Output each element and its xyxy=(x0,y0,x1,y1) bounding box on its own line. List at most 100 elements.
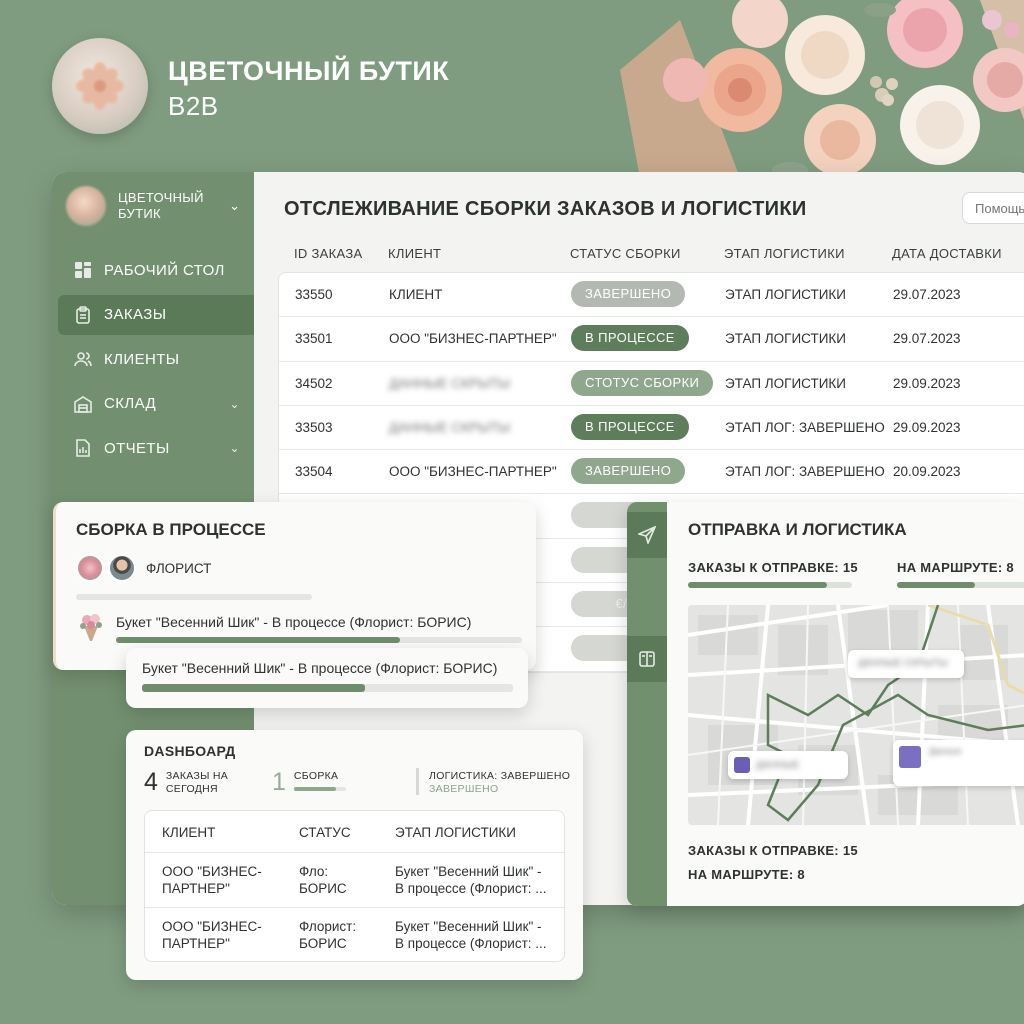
sidebar-brand-name: ЦВЕТОЧНЫЙ БУТИК xyxy=(118,190,204,221)
table-row[interactable]: ООО "БИЗНЕС- ПАРТНЕР" Фло: БОРИС Букет "… xyxy=(145,853,564,908)
dashboard-title: DASHБОАРД xyxy=(144,743,236,759)
logistics-stage: ЭТАП ЛОГИСТИКИ xyxy=(725,331,846,347)
sidebar-item-reports[interactable]: ОТЧЕТЫ ⌄ xyxy=(58,428,254,468)
hero-subtitle: B2B xyxy=(168,91,219,121)
delivery-date: 29.09.2023 xyxy=(893,419,961,435)
logistics-stage: ЭТАП ЛОГ: ЗАВЕРШЕНО xyxy=(725,419,885,435)
table-row[interactable]: 33503 ДАННЫЕ СКРЫТЫ В ПРОЦЕССЕ ЭТАП ЛОГ:… xyxy=(279,406,1024,451)
en-route-label: НА МАРШРУТЕ: 8 xyxy=(897,560,1014,575)
chevron-down-icon[interactable]: ⌄ xyxy=(230,441,240,455)
sidebar-item-dashboard[interactable]: РАБОЧИЙ СТОЛ xyxy=(58,250,254,290)
sidebar-item-label: ЗАКАЗЫ xyxy=(104,306,167,323)
florist-avatars: ФЛОРИСТ xyxy=(76,554,211,582)
column-header[interactable]: ДАТА ДОСТАВКИ xyxy=(892,246,1002,261)
client-name: ООО "БИЗНЕС- ПАРТНЕР" xyxy=(162,919,262,951)
sidebar-item-clients[interactable]: КЛИЕНТЫ xyxy=(58,339,254,379)
client-name: КЛИЕНТ xyxy=(389,287,443,302)
to-ship-progress-fill xyxy=(688,582,828,588)
route-map[interactable]: ДАННЫЕ СКРЫТЫ ДАННЫЕ Данные xyxy=(688,605,1024,825)
map-marker-label[interactable]: ДАННЫЕ СКРЫТЫ xyxy=(848,650,964,678)
to-ship-summary: ЗАКАЗЫ К ОТПРАВКЕ: 15 xyxy=(688,843,858,858)
stat-label: ЛОГИСТИКА: ЗАВЕРШЕНО xyxy=(429,770,571,782)
map-marker-text: ДАННЫЕ xyxy=(756,759,800,771)
sidebar-item-label: ОТЧЕТЫ xyxy=(104,439,170,457)
to-ship-progress-bar xyxy=(688,582,852,588)
logistics-stage: ЭТАП ЛОГИСТИКИ xyxy=(725,287,846,302)
avatar[interactable] xyxy=(76,554,104,582)
client-name: ООО "БИЗНЕС-ПАРТНЕР" xyxy=(389,331,557,347)
task-label: Букет "Весенний Шик" - В процессе (Флори… xyxy=(142,660,498,676)
map-book-icon xyxy=(639,651,655,667)
sidebar-item-label: РАБОЧИЙ СТОЛ xyxy=(104,261,225,279)
table-row[interactable]: 33550 КЛИЕНТ ЗАВЕРШЕНО ЭТАП ЛОГИСТИКИ 29… xyxy=(279,273,1024,318)
table-row[interactable]: 33501 ООО "БИЗНЕС-ПАРТНЕР" В ПРОЦЕССЕ ЭТ… xyxy=(279,317,1024,362)
page-title: ОТСЛЕЖИВАНИЕ СБОРКИ ЗАКАЗОВ И ЛОГИСТИКИ xyxy=(284,198,807,220)
help-search-input[interactable] xyxy=(962,192,1024,224)
en-route-summary: НА МАРШРУТЕ: 8 xyxy=(688,867,805,882)
task-card: Букет "Весенний Шик" - В процессе (Флори… xyxy=(126,648,528,708)
column-header[interactable]: КЛИЕНТ xyxy=(388,246,441,261)
logistics-stage: ЭТАП ЛОГИСТИКИ xyxy=(725,375,846,391)
stat-progress-fill xyxy=(293,787,336,791)
column-header[interactable]: ЭТАП ЛОГИСТИКИ xyxy=(724,246,845,261)
table-row[interactable]: 34502 ДАННЫЕ СКРЫТЫ СТОТУС СБОРКИ ЭТАП Л… xyxy=(279,362,1024,406)
stat-orders-today: 4 ЗАКАЗЫ НА СЕГОДНЯ xyxy=(144,768,228,796)
status-text: Фло: БОРИС xyxy=(299,864,347,896)
dashboard-table: КЛИЕНТ СТАТУС ЭТАП ЛОГИСТИКИ ООО "БИЗНЕС… xyxy=(144,810,565,962)
bouquet-image xyxy=(620,0,1024,178)
sidebar-item-label: КЛИЕНТЫ xyxy=(104,350,180,368)
sidebar-item-orders[interactable]: ЗАКАЗЫ xyxy=(58,294,254,335)
column-header[interactable]: СТАТУС СБОРКИ xyxy=(570,246,681,261)
map-marker-text: ДАННЫЕ СКРЫТЫ xyxy=(858,658,948,669)
send-button[interactable] xyxy=(627,512,667,558)
assembly-card: СБОРКА В ПРОЦЕССЕ ФЛОРИСТ Букет "Весенни… xyxy=(53,502,536,670)
status-text: Флорист: БОРИС xyxy=(299,919,357,951)
logistics-card: ОТПРАВКА И ЛОГИСТИКА ЗАКАЗЫ К ОТПРАВКЕ: … xyxy=(627,502,1024,906)
stat-value: 4 xyxy=(144,768,158,796)
en-route-progress-fill xyxy=(897,582,975,588)
truck-icon xyxy=(899,746,921,768)
order-id: 33503 xyxy=(295,419,333,435)
task-progress-fill xyxy=(142,684,365,692)
status-badge: ЗАВЕРШЕНО xyxy=(571,281,686,307)
sidebar-nav: РАБОЧИЙ СТОЛ ЗАКАЗЫ КЛИЕНТЫ СКЛАД ⌄ ОТЧЕ… xyxy=(52,250,254,468)
chevron-down-icon[interactable]: ⌄ xyxy=(230,397,240,411)
client-name: ООО "БИЗНЕС-ПАРТНЕР" xyxy=(389,464,557,480)
column-header[interactable]: КЛИЕНТ xyxy=(162,825,282,840)
status-badge: В ПРОЦЕССЕ xyxy=(571,413,689,440)
table-row[interactable]: ООО "БИЗНЕС- ПАРТНЕР" Флорист: БОРИС Бук… xyxy=(145,908,564,961)
hero-title: ЦВЕТОЧНЫЙ БУТИК xyxy=(168,56,450,86)
dashboard-card: DASHБОАРД 4 ЗАКАЗЫ НА СЕГОДНЯ 1 СБОРКА Л… xyxy=(126,730,583,980)
chevron-down-icon[interactable]: ⌄ xyxy=(229,198,240,214)
orders-table-header: ID ЗАКАЗА КЛИЕНТ СТАТУС СБОРКИ ЭТАП ЛОГИ… xyxy=(278,246,1024,272)
table-row[interactable]: 33504 ООО "БИЗНЕС-ПАРТНЕР" ЗАВЕРШЕНО ЭТА… xyxy=(279,450,1024,495)
sidebar-item-warehouse[interactable]: СКЛАД ⌄ xyxy=(58,384,254,424)
task-progress-bar xyxy=(142,684,513,692)
map-marker-card[interactable]: Данные xyxy=(893,740,1024,786)
bouquet-icon xyxy=(80,614,102,641)
logistics-title: ОТПРАВКА И ЛОГИСТИКА xyxy=(688,520,907,539)
brand-logo xyxy=(52,38,148,134)
sidebar-brand[interactable]: ЦВЕТОЧНЫЙ БУТИК ⌄ xyxy=(52,172,254,240)
warehouse-icon xyxy=(72,393,94,415)
column-header[interactable]: СТАТУС xyxy=(299,825,379,840)
task-progress-fill xyxy=(116,637,401,643)
delivery-date: 20.09.2023 xyxy=(893,464,961,480)
map-button[interactable] xyxy=(627,636,667,682)
stat-logistics: ЛОГИСТИКА: ЗАВЕРШЕНО ЗАВЕРШЕНО xyxy=(416,768,570,795)
client-name: ДАННЫЕ СКРЫТЫ xyxy=(389,419,511,435)
report-icon xyxy=(72,437,94,459)
column-header[interactable]: ID ЗАКАЗА xyxy=(294,246,362,261)
map-marker-label[interactable]: ДАННЫЕ xyxy=(728,751,848,779)
delivery-date: 29.07.2023 xyxy=(893,331,961,347)
sidebar-item-label: СКЛАД xyxy=(104,395,157,412)
users-icon xyxy=(72,348,94,370)
dashboard-icon xyxy=(72,259,94,281)
avatar[interactable] xyxy=(108,554,136,582)
stat-label: ЗАКАЗЫ НА СЕГОДНЯ xyxy=(165,770,229,795)
order-id: 34502 xyxy=(295,375,333,391)
client-name: ДАННЫЕ СКРЫТЫ xyxy=(389,375,511,391)
column-header[interactable]: ЭТАП ЛОГИСТИКИ xyxy=(395,825,555,840)
stat-label: СБОРКА xyxy=(293,770,339,782)
placeholder-bar xyxy=(76,594,312,600)
